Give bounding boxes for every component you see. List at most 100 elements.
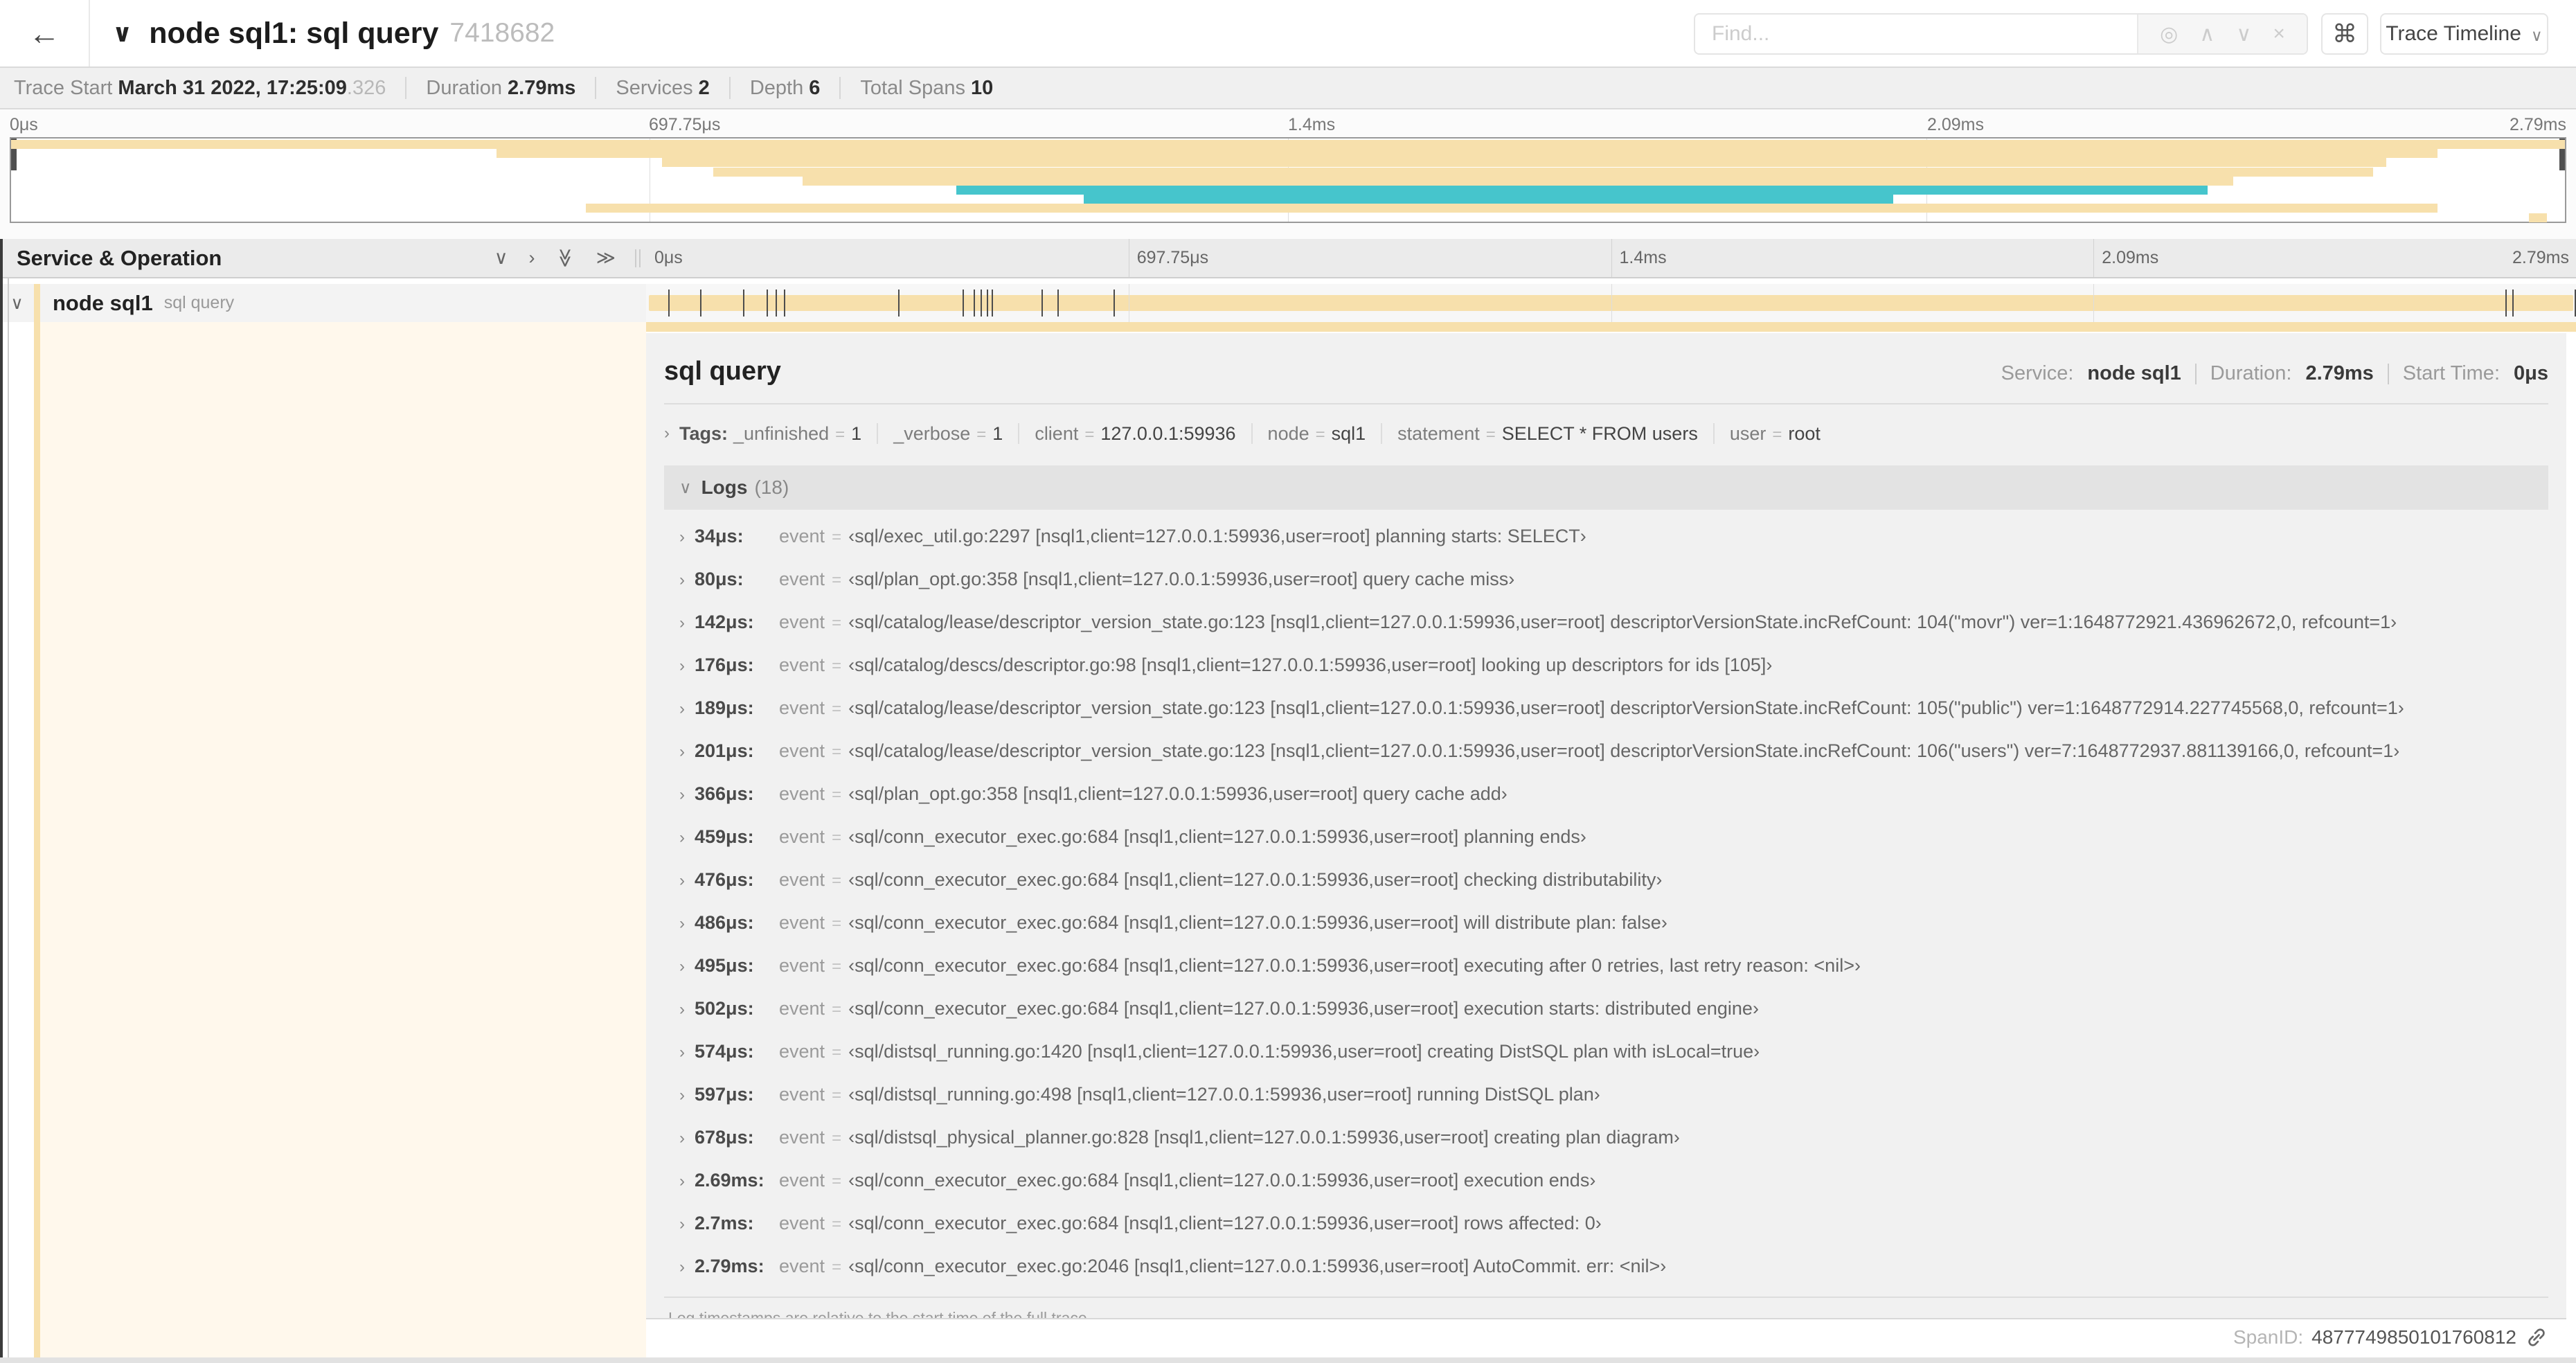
log-timestamp: 502μs: <box>695 998 754 1019</box>
span-overview: Service: node sql1 Duration: 2.79ms Star… <box>2001 362 2548 385</box>
logs-header[interactable]: ∨ Logs (18) <box>664 465 2548 510</box>
chevron-down-icon[interactable]: ∨ <box>0 293 34 314</box>
scrollbar-track <box>8 278 9 1357</box>
minimap-span <box>662 158 2386 168</box>
log-value: ‹sql/conn_executor_exec.go:684 [nsql1,cl… <box>848 1213 1602 1233</box>
log-row[interactable]: › 142μs: event = ‹sql/catalog/lease/descript… <box>664 601 2548 644</box>
chevron-right-icon[interactable]: › <box>679 784 685 805</box>
span-id-row: SpanID: 4877749850101760812 <box>2233 1326 2548 1349</box>
log-row[interactable]: › 495μs: event = ‹sql/conn_executor_exec.go:… <box>664 945 2548 988</box>
chevron-right-icon[interactable]: › <box>679 913 685 934</box>
chevron-right-icon[interactable]: › <box>679 1042 685 1063</box>
log-row[interactable]: › 80μs: event = ‹sql/plan_opt.go:358 [nsql1,… <box>664 558 2548 601</box>
tag-item: user = root <box>1730 423 1821 445</box>
chevron-down-icon[interactable]: ∨ <box>2236 22 2251 46</box>
service-operation-header: Service & Operation ∨ › ≫ ≫ <box>0 239 646 277</box>
tag-key: _unfinished <box>733 422 830 444</box>
log-value: ‹sql/plan_opt.go:358 [nsql1,client=127.0… <box>848 569 1515 589</box>
chevron-right-icon[interactable]: › <box>679 741 685 763</box>
bottom-bar <box>0 1357 2576 1363</box>
chevron-right-icon[interactable]: › <box>679 526 685 548</box>
log-row[interactable]: › 2.69ms: event = ‹sql/conn_executor_exec.go… <box>664 1159 2548 1202</box>
chevron-right-icon[interactable]: › <box>664 424 670 443</box>
log-row[interactable]: › 189μs: event = ‹sql/catalog/lease/descript… <box>664 687 2548 730</box>
minimap-span <box>1083 195 1894 204</box>
chevron-down-icon[interactable]: ∨ <box>112 19 132 48</box>
minimap-canvas[interactable] <box>10 137 2566 223</box>
chevron-right-icon[interactable]: › <box>679 999 685 1020</box>
locate-icon[interactable]: ◎ <box>2160 22 2178 46</box>
search-input[interactable] <box>1695 15 2137 53</box>
log-row[interactable]: › 678μs: event = ‹sql/distsql_physical_plann… <box>664 1116 2548 1159</box>
collapse-one-icon[interactable]: ∨ <box>494 247 508 269</box>
chevron-right-icon[interactable]: › <box>679 956 685 977</box>
chevron-right-icon[interactable]: › <box>679 870 685 891</box>
minimap-span <box>11 140 2565 149</box>
log-row[interactable]: › 574μs: event = ‹sql/distsql_running.go:142… <box>664 1031 2548 1074</box>
detail-span-bar[interactable] <box>646 322 2576 332</box>
chevron-right-icon[interactable]: › <box>679 569 685 591</box>
log-marker <box>992 289 994 317</box>
close-icon[interactable]: × <box>2273 22 2285 46</box>
log-key: event <box>779 826 825 847</box>
log-value: ‹sql/conn_executor_exec.go:684 [nsql1,cl… <box>848 1170 1596 1191</box>
columns-header: Service & Operation ∨ › ≫ ≫ 0μs 697.75μs 1… <box>0 239 2576 278</box>
chevron-right-icon[interactable]: › <box>679 612 685 634</box>
chevron-right-icon[interactable]: › <box>679 1213 685 1235</box>
divider <box>1251 423 1253 444</box>
log-row[interactable]: › 476μs: event = ‹sql/conn_executor_exec.go:… <box>664 859 2548 902</box>
tag-item: _verbose = 1 <box>893 423 1003 445</box>
log-row[interactable]: › 34μs: event = ‹sql/exec_util.go:2297 [nsql… <box>664 515 2548 558</box>
meta-item: Depth 6 <box>750 77 821 100</box>
chevron-down-icon[interactable]: ∨ <box>679 478 692 498</box>
chevron-right-icon[interactable]: › <box>679 827 685 848</box>
vertical-scrollbar[interactable] <box>0 239 3 1357</box>
span-row-service[interactable]: ∨ node sql1 sql query <box>0 284 646 322</box>
minimap-span <box>496 149 2438 159</box>
column-resizer[interactable] <box>635 249 641 267</box>
meta-value: 10 <box>971 76 994 99</box>
keyboard-shortcuts-button[interactable]: ⌘ <box>2321 13 2368 55</box>
log-row[interactable]: › 366μs: event = ‹sql/plan_opt.go:358 [nsql1… <box>664 773 2548 816</box>
link-icon[interactable] <box>2525 1326 2548 1349</box>
log-row[interactable]: › 486μs: event = ‹sql/conn_executor_exec.go:… <box>664 902 2548 945</box>
log-key: event <box>779 869 825 890</box>
divider <box>1018 423 1020 444</box>
detail-indent-block <box>40 322 646 1357</box>
divider <box>664 403 2548 404</box>
back-button[interactable]: ← <box>0 0 90 66</box>
meta-value: March 31 2022, 17:25:09 <box>118 76 347 99</box>
log-row[interactable]: › 597μs: event = ‹sql/distsql_running.go:498… <box>664 1074 2548 1116</box>
tick-label: 2.79ms <box>2510 115 2566 134</box>
chevron-right-icon[interactable]: › <box>679 655 685 677</box>
log-marker <box>699 289 701 317</box>
tag-key: node <box>1267 422 1309 444</box>
chevron-right-icon[interactable]: › <box>679 1256 685 1278</box>
view-selector-button[interactable]: Trace Timeline ∨ <box>2380 13 2548 55</box>
chevron-right-icon[interactable]: › <box>679 1170 685 1192</box>
collapse-all-icon[interactable]: ≫ <box>555 248 576 267</box>
equals-sign: = <box>832 1258 842 1276</box>
log-entry: event = ‹sql/distsql_running.go:1420 [nsql… <box>779 1041 1760 1063</box>
span-id-label: SpanID: <box>2233 1326 2304 1348</box>
equals-sign: = <box>1315 425 1325 444</box>
equals-sign: = <box>832 1129 842 1148</box>
log-row[interactable]: › 502μs: event = ‹sql/conn_executor_exec.go:… <box>664 988 2548 1031</box>
chevron-up-icon[interactable]: ∧ <box>2199 22 2215 46</box>
log-row[interactable]: › 459μs: event = ‹sql/conn_executor_exec.go:… <box>664 816 2548 859</box>
equals-sign: = <box>835 425 846 444</box>
log-row[interactable]: › 201μs: event = ‹sql/catalog/lease/descript… <box>664 730 2548 773</box>
service-operation-title: Service & Operation <box>17 245 222 270</box>
log-row[interactable]: › 176μs: event = ‹sql/catalog/descs/descript… <box>664 644 2548 687</box>
span-title: sql query <box>664 357 781 386</box>
log-row[interactable]: › 2.79ms: event = ‹sql/conn_executor_exec.go… <box>664 1245 2548 1288</box>
expand-one-icon[interactable]: › <box>528 247 535 269</box>
tags-row[interactable]: › Tags: _unfinished = 1 _verbose = 1 client = 12… <box>664 421 2548 446</box>
chevron-right-icon[interactable]: › <box>679 1128 685 1149</box>
log-row[interactable]: › 2.7ms: event = ‹sql/conn_executor_exec.go:… <box>664 1202 2548 1245</box>
chevron-right-icon[interactable]: › <box>679 1085 685 1106</box>
logs-body: › 34μs: event = ‹sql/exec_util.go:2297 [nsql… <box>664 510 2548 1288</box>
expand-all-icon[interactable]: ≫ <box>596 247 616 269</box>
chevron-right-icon[interactable]: › <box>679 698 685 720</box>
log-key: event <box>779 998 825 1019</box>
